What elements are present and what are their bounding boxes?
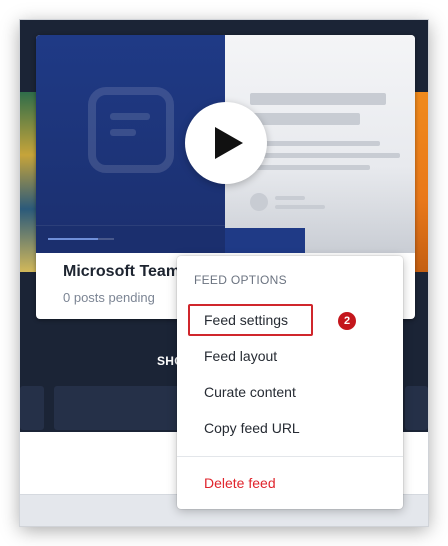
menu-item-curate-content[interactable]: Curate content bbox=[204, 384, 296, 400]
menu-item-copy-feed-url[interactable]: Copy feed URL bbox=[204, 420, 300, 436]
neighbor-card-left[interactable] bbox=[20, 92, 36, 272]
placeholder-line bbox=[275, 196, 305, 200]
step-number-badge: 2 bbox=[338, 312, 356, 330]
placeholder-line bbox=[250, 141, 380, 146]
placeholder-avatar bbox=[250, 193, 268, 211]
menu-item-feed-layout[interactable]: Feed layout bbox=[204, 348, 277, 364]
video-progress-fill bbox=[48, 238, 98, 240]
placeholder-line bbox=[250, 153, 400, 158]
thumbnail-block bbox=[225, 228, 305, 253]
menu-header: FEED OPTIONS bbox=[194, 273, 287, 287]
feed-options-menu: FEED OPTIONS Feed settings Feed layout C… bbox=[177, 256, 403, 509]
tile[interactable] bbox=[20, 386, 44, 430]
feed-pending-count: 0 posts pending bbox=[63, 290, 155, 305]
placeholder-line bbox=[275, 205, 325, 209]
annotation-highlight bbox=[188, 304, 313, 336]
placeholder-line bbox=[250, 93, 386, 105]
neighbor-card-right[interactable] bbox=[415, 92, 428, 272]
placeholder-line bbox=[250, 165, 370, 170]
placeholder-line bbox=[250, 113, 360, 125]
tile[interactable] bbox=[54, 386, 184, 430]
app-frame: SHOW bbox=[20, 20, 428, 526]
tile[interactable] bbox=[405, 386, 428, 430]
menu-divider bbox=[177, 456, 403, 457]
play-icon bbox=[215, 127, 243, 159]
play-button[interactable] bbox=[185, 102, 267, 184]
feed-title[interactable]: Microsoft Teams bbox=[63, 263, 189, 281]
app-logo-icon bbox=[88, 87, 174, 173]
feed-thumbnail[interactable] bbox=[36, 35, 415, 253]
menu-item-delete-feed[interactable]: Delete feed bbox=[204, 475, 276, 491]
